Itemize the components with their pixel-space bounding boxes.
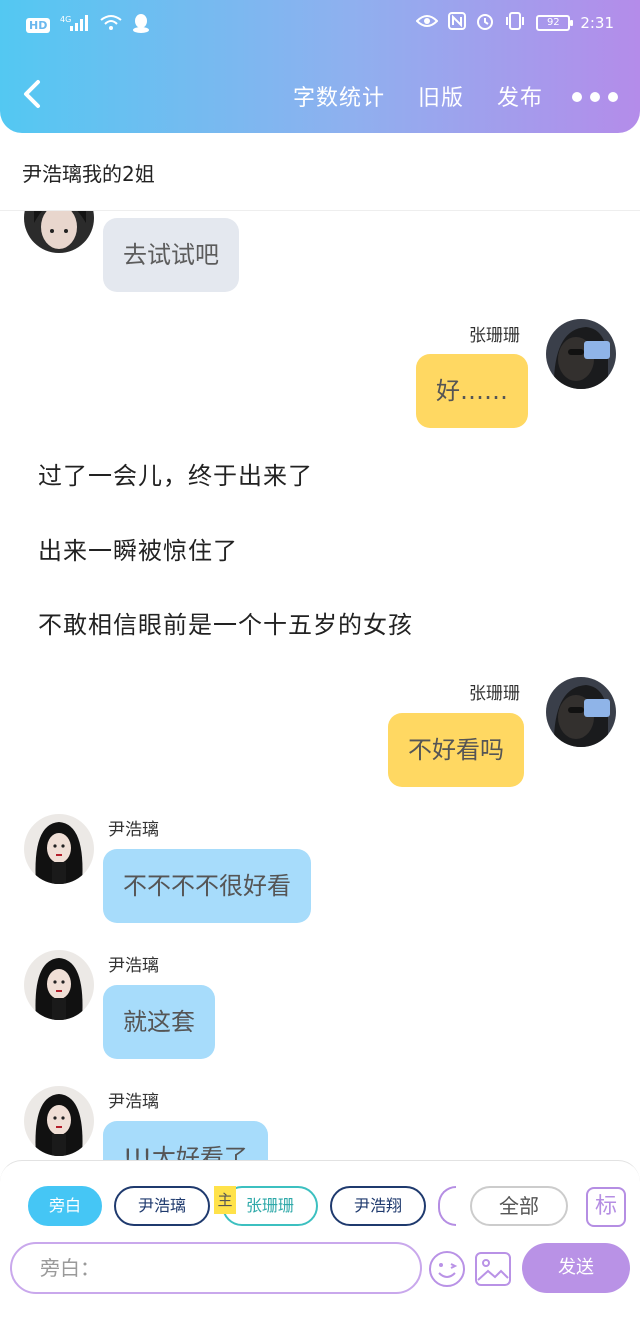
sender-name: 张珊珊 — [469, 326, 520, 346]
narration-text[interactable]: 不敢相信眼前是一个十五岁的女孩 — [38, 605, 413, 640]
image-icon[interactable] — [474, 1250, 512, 1288]
message-bubble[interactable]: 就这套 — [103, 985, 215, 1059]
message-bubble[interactable]: 不好看吗 — [388, 713, 524, 787]
story-title[interactable]: 尹浩璃我的2姐 — [22, 158, 155, 187]
message-bubble[interactable]: 去试试吧 — [103, 218, 239, 292]
clock-time: 2:31 — [580, 14, 614, 32]
role-chip-yin-haoxiang[interactable]: 尹浩翔 — [330, 1186, 426, 1226]
all-roles-button[interactable]: 全部 — [470, 1186, 568, 1226]
word-count-button[interactable]: 字数统计 — [293, 80, 385, 112]
sender-name: 尹浩璃 — [108, 1092, 159, 1112]
tag-button[interactable]: 标 — [586, 1187, 626, 1227]
hd-badge: HD — [26, 17, 51, 33]
avatar[interactable] — [546, 677, 616, 747]
main-role-badge: 主 — [214, 1186, 236, 1214]
send-button[interactable]: 发送 — [522, 1243, 630, 1293]
nfc-icon — [448, 12, 467, 34]
signal-label: 4G — [60, 15, 71, 24]
role-chip-aside[interactable]: 旁白 — [28, 1186, 102, 1226]
avatar[interactable] — [24, 1086, 94, 1156]
sender-name: 尹浩璃 — [108, 820, 159, 840]
vibrate-icon — [504, 12, 526, 34]
status-bar: HD 4G 92 2:31 — [0, 0, 640, 50]
avatar[interactable] — [24, 211, 94, 253]
battery-icon: 92 — [536, 15, 574, 31]
sender-name: 尹浩璃 — [108, 956, 159, 976]
signal-icon: 4G — [60, 14, 90, 36]
message-input[interactable]: 旁白： — [10, 1242, 422, 1294]
sender-name: 张珊珊 — [469, 684, 520, 704]
more-icon[interactable] — [572, 92, 618, 102]
chat-area[interactable]: 去试试吧 张珊珊 好…… 过了一会儿，终于出来了 出来一瞬被惊住了 不敢相信眼前… — [0, 211, 640, 1161]
publish-button[interactable]: 发布 — [497, 80, 543, 112]
nav-bar: 字数统计 旧版 发布 — [0, 62, 640, 128]
message-bubble[interactable]: 不不不不很好看 — [103, 849, 311, 923]
avatar[interactable] — [24, 814, 94, 884]
wifi-icon — [100, 14, 122, 36]
qq-icon — [132, 13, 150, 37]
back-icon[interactable] — [18, 76, 48, 112]
app-header: HD 4G 92 2:31 字数统计 旧版 发布 — [0, 0, 640, 133]
avatar[interactable] — [546, 319, 616, 389]
alarm-icon — [476, 12, 494, 34]
eye-icon — [415, 13, 439, 33]
role-chip-yin-haoli[interactable]: 尹浩璃 — [114, 1186, 210, 1226]
role-chip-zhang-shanshan[interactable]: 张珊珊 — [222, 1186, 318, 1226]
message-bubble[interactable]: !!!太好看了 — [103, 1121, 268, 1161]
old-version-button[interactable]: 旧版 — [418, 80, 464, 112]
avatar[interactable] — [24, 950, 94, 1020]
emoji-icon[interactable] — [428, 1250, 466, 1288]
narration-text[interactable]: 过了一会儿，终于出来了 — [38, 456, 313, 491]
message-bubble[interactable]: 好…… — [416, 354, 528, 428]
narration-text[interactable]: 出来一瞬被惊住了 — [38, 531, 238, 566]
